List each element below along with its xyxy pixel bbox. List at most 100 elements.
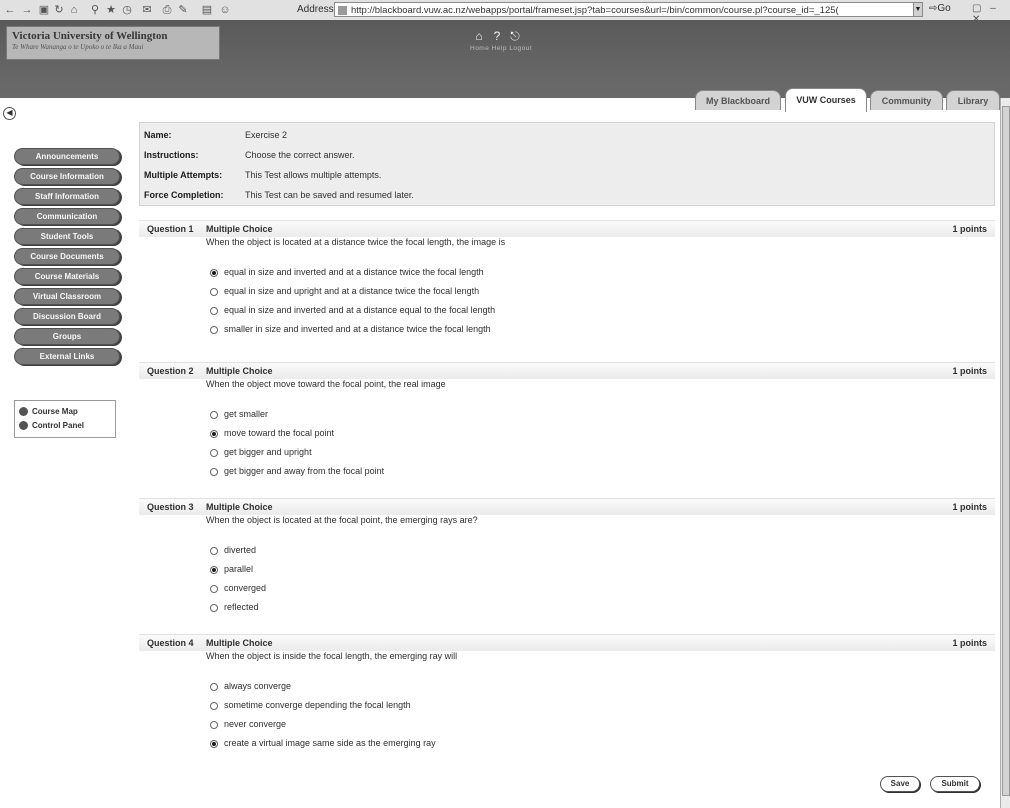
radio-button[interactable]	[210, 720, 218, 729]
go-button[interactable]: ⇨Go	[929, 3, 951, 14]
edit-icon[interactable]: ✎	[176, 3, 190, 17]
nav-groups[interactable]: Groups	[14, 328, 120, 345]
logout-icon[interactable]: ⎋	[509, 30, 521, 42]
page-icon	[338, 6, 347, 15]
question-type: Multiple Choice	[206, 638, 273, 648]
nav-student-tools[interactable]: Student Tools	[14, 228, 120, 245]
university-logo[interactable]: Victoria University of Wellington Te Wha…	[6, 26, 220, 60]
nav-course-documents[interactable]: Course Documents	[14, 248, 120, 265]
answer-option[interactable]: equal in size and inverted and at a dist…	[210, 305, 495, 315]
back-icon[interactable]: ←	[3, 3, 17, 17]
radio-button[interactable]	[210, 701, 218, 710]
question-text: When the object is inside the focal leng…	[206, 651, 458, 661]
answer-option[interactable]: equal in size and upright and at a dista…	[210, 286, 479, 296]
submit-button[interactable]: Submit	[930, 776, 980, 792]
answer-option[interactable]: create a virtual image same side as the …	[210, 738, 436, 748]
tab-label: Community	[881, 96, 932, 106]
scrollbar-thumb[interactable]	[1002, 106, 1010, 796]
radio-button[interactable]	[210, 565, 218, 574]
answer-option[interactable]: get bigger and upright	[210, 447, 312, 457]
radio-button[interactable]	[210, 268, 218, 277]
nav-communication[interactable]: Communication	[14, 208, 120, 225]
tab-vuw-courses[interactable]: VUW Courses	[785, 88, 867, 112]
home-icon[interactable]: ⌂	[67, 3, 81, 17]
control-panel-label: Control Panel	[32, 421, 85, 430]
nav-announcements[interactable]: Announcements	[14, 148, 120, 165]
radio-button[interactable]	[210, 325, 218, 334]
radio-button[interactable]	[210, 584, 218, 593]
answer-option[interactable]: never converge	[210, 719, 286, 729]
info-value: This Test can be saved and resumed later…	[245, 190, 414, 200]
answer-option[interactable]: get bigger and away from the focal point	[210, 466, 384, 476]
go-label: Go	[937, 3, 951, 14]
url-text: http://blackboard.vuw.ac.nz/webapps/port…	[351, 5, 839, 16]
answer-label: get smaller	[224, 409, 269, 419]
question-number: Question 2	[147, 366, 194, 376]
answer-option[interactable]: reflected	[210, 602, 259, 612]
nav-course-information[interactable]: Course Information	[14, 168, 120, 185]
stop-icon[interactable]: ▣	[37, 3, 51, 17]
answer-option[interactable]: equal in size and inverted and at a dist…	[210, 267, 484, 277]
forward-icon[interactable]: →	[20, 3, 34, 17]
refresh-icon[interactable]: ↻	[52, 3, 66, 17]
answer-option[interactable]: get smaller	[210, 409, 268, 419]
search-icon[interactable]: ⚲	[88, 3, 102, 17]
radio-button[interactable]	[210, 546, 218, 555]
radio-button[interactable]	[210, 603, 218, 612]
answer-option[interactable]: smaller in size and inverted and at a di…	[210, 324, 491, 334]
radio-button[interactable]	[210, 448, 218, 457]
history-icon[interactable]: ◷	[120, 3, 134, 17]
nav-course-materials[interactable]: Course Materials	[14, 268, 120, 285]
discuss-icon[interactable]: ▤	[200, 3, 214, 17]
messenger-icon[interactable]: ☺	[218, 3, 232, 17]
answer-option[interactable]: parallel	[210, 564, 253, 574]
info-key: Name:	[144, 130, 172, 140]
collapse-menu-icon[interactable]: ◀	[3, 107, 16, 120]
control-panel-link[interactable]: Control Panel	[19, 421, 85, 431]
radio-button[interactable]	[210, 306, 218, 315]
answer-label: get bigger and away from the focal point	[224, 466, 385, 476]
radio-button[interactable]	[210, 739, 218, 748]
nav-external-links[interactable]: External Links	[14, 348, 120, 365]
nav-staff-information[interactable]: Staff Information	[14, 188, 120, 205]
address-dropdown-icon[interactable]: ▼	[913, 2, 923, 17]
answer-option[interactable]: sometime converge depending the focal le…	[210, 700, 411, 710]
tab-community[interactable]: Community	[870, 90, 943, 110]
radio-button[interactable]	[210, 467, 218, 476]
question-type: Multiple Choice	[206, 366, 273, 376]
radio-button[interactable]	[210, 410, 218, 419]
nav-virtual-classroom[interactable]: Virtual Classroom	[14, 288, 120, 305]
nav-discussion-board[interactable]: Discussion Board	[14, 308, 120, 325]
address-label: Address	[297, 4, 334, 15]
question-text: When the object is located at the focal …	[206, 515, 478, 525]
course-map-link[interactable]: Course Map	[19, 407, 78, 417]
print-icon[interactable]: ⎙	[160, 3, 174, 17]
answer-label: get bigger and upright	[224, 447, 312, 457]
save-button[interactable]: Save	[880, 776, 920, 792]
help-icon[interactable]: ?	[491, 30, 503, 42]
answer-option[interactable]: converged	[210, 583, 266, 593]
answer-label: sometime converge depending the focal le…	[224, 700, 411, 710]
nav-label: Course Documents	[30, 252, 104, 261]
tab-label: VUW Courses	[796, 95, 856, 105]
tab-label: Library	[957, 96, 989, 106]
mail-icon[interactable]: ✉	[140, 3, 154, 17]
home-icon[interactable]: ⌂	[473, 30, 485, 42]
tab-library[interactable]: Library	[946, 90, 1000, 110]
radio-button[interactable]	[210, 287, 218, 296]
info-value: Exercise 2	[245, 130, 288, 140]
favorites-icon[interactable]: ★	[104, 3, 118, 17]
question-type: Multiple Choice	[206, 502, 273, 512]
tab-my-blackboard[interactable]: My Blackboard	[695, 90, 781, 110]
control-panel-icon	[19, 421, 28, 431]
question-header: Question 3 Multiple Choice 1 points	[139, 498, 995, 515]
vertical-scrollbar[interactable]	[1000, 98, 1010, 808]
question-header: Question 2 Multiple Choice 1 points	[139, 362, 995, 379]
address-input[interactable]: http://blackboard.vuw.ac.nz/webapps/port…	[334, 2, 922, 17]
answer-option[interactable]: diverted	[210, 545, 256, 555]
answer-option[interactable]: always converge	[210, 681, 291, 691]
radio-button[interactable]	[210, 429, 218, 438]
radio-button[interactable]	[210, 682, 218, 691]
nav-label: Discussion Board	[32, 312, 101, 321]
answer-option[interactable]: move toward the focal point	[210, 428, 334, 438]
